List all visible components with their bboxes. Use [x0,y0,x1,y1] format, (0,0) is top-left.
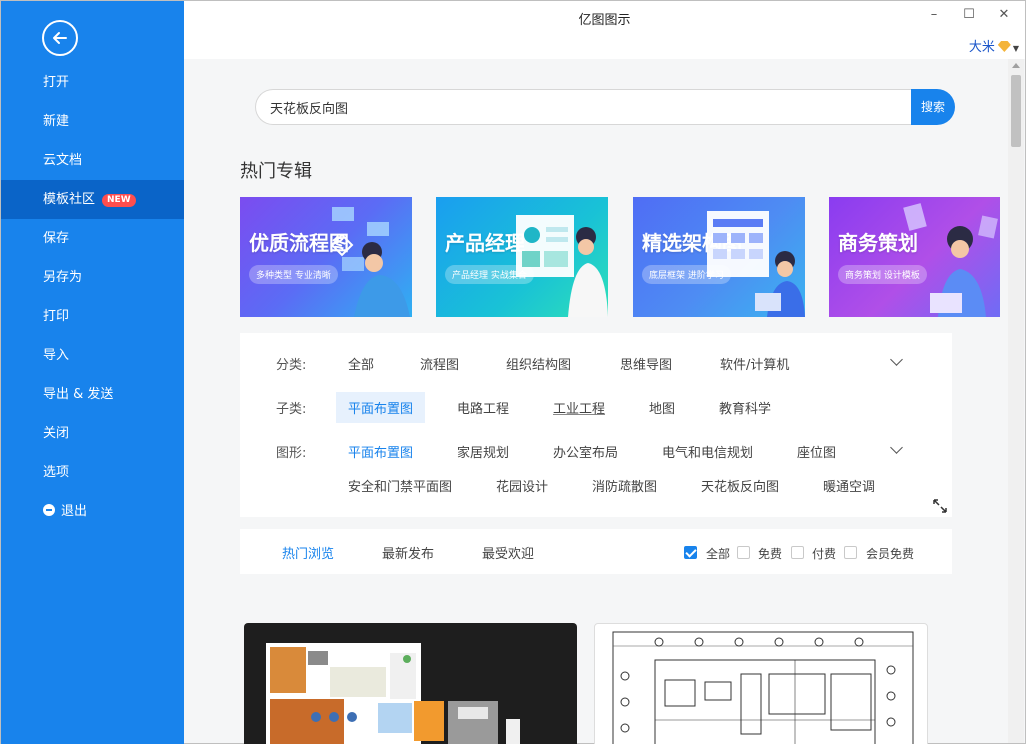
vertical-scrollbar[interactable] [1008,59,1024,743]
arrow-left-icon [53,32,67,44]
chevron-down-icon[interactable] [890,353,903,366]
category-mind-map[interactable]: 思维导图 [620,354,672,373]
scroll-up-arrow-icon[interactable] [1012,63,1020,68]
subcategory-industrial[interactable]: 工业工程 [553,398,605,417]
sidebar-item-cloud-docs[interactable]: 云文档 [1,141,184,180]
category-label: 分类: [276,358,307,373]
shape-hvac[interactable]: 暖通空调 [823,476,875,495]
shape-home-planning[interactable]: 家居规划 [457,442,509,461]
sidebar: 打开 新建 云文档 模板社区 NEW 保存 另存为 打印 导入 导出 & 发送 关… [1,1,184,744]
shape-security-access[interactable]: 安全和门禁平面图 [348,476,452,495]
sidebar-item-template-community[interactable]: 模板社区 NEW [1,180,184,219]
banner-product-manager[interactable]: 产品经理 产品经理 实战集合 [436,197,608,317]
new-badge: NEW [102,194,136,207]
shape-office-layout[interactable]: 办公室布局 [553,442,618,461]
subcategory-label: 子类: [276,402,307,417]
category-org-chart[interactable]: 组织结构图 [506,354,571,373]
expand-icon[interactable] [932,498,948,514]
shape-reflected-ceiling[interactable]: 天花板反向图 [701,476,779,495]
product-manager-illustration-icon [516,215,608,317]
shape-seating-chart[interactable]: 座位图 [797,442,836,461]
sidebar-item-print[interactable]: 打印 [1,297,184,336]
sidebar-item-options[interactable]: 选项 [1,453,184,492]
shape-fire-evacuation[interactable]: 消防疏散图 [592,476,657,495]
search-bar: 搜索 [255,89,955,125]
filter-paid-label: 付费 [812,547,837,561]
filter-member-free-label: 会员免费 [866,547,915,561]
subcategory-floor-plan[interactable]: 平面布置图 [336,392,426,423]
ceiling-plan-thumbnail-icon [612,631,914,744]
caret-down-icon: ▼ [1012,44,1019,53]
user-name: 大米 [968,40,995,55]
search-button[interactable]: 搜索 [911,89,955,125]
business-planning-illustration-icon [903,203,998,317]
sidebar-item-import[interactable]: 导入 [1,336,184,375]
filter-all-checkbox[interactable] [684,546,697,559]
app-title: 亿图图示 [578,13,631,28]
user-menu[interactable]: 大米 ▼ [969,36,1019,55]
search-input[interactable] [255,89,915,125]
back-button[interactable] [42,20,78,56]
sidebar-menu: 打开 新建 云文档 模板社区 NEW 保存 另存为 打印 导入 导出 & 发送 关… [1,63,184,531]
banner-business-planning[interactable]: 商务策划 商务策划 设计模板 [829,197,1000,317]
banner-flowchart[interactable]: 优质流程图 多种类型 专业清晰 [240,197,412,317]
hot-albums-title: 热门专辑 [240,161,312,182]
sort-tab-hot[interactable]: 热门浏览 [282,543,334,562]
maximize-button[interactable]: ☐ [954,5,984,25]
filter-paid-checkbox[interactable] [791,546,804,559]
filter-all-label: 全部 [706,547,731,561]
category-all[interactable]: 全部 [348,354,374,373]
sidebar-item-exit[interactable]: 退出 [1,492,184,531]
flowchart-illustration-icon [330,207,410,317]
sidebar-item-open[interactable]: 打开 [1,63,184,102]
floor-plan-thumbnail-icon [266,643,520,744]
sort-tab-latest[interactable]: 最新发布 [382,543,434,562]
subcategory-circuit[interactable]: 电路工程 [457,398,509,417]
filter-member-free-checkbox[interactable] [844,546,857,559]
subcategory-map[interactable]: 地图 [649,398,675,417]
vip-diamond-icon [997,41,1011,52]
filter-free-checkbox[interactable] [737,546,750,559]
architecture-illustration-icon [707,211,805,317]
sidebar-item-save[interactable]: 保存 [1,219,184,258]
sort-bar: 热门浏览 最新发布 最受欢迎 全部 免费 付费 会员免费 [240,529,952,574]
shape-electrical-telecom[interactable]: 电气和电信规划 [662,442,753,461]
close-button[interactable]: ✕ [989,5,1019,25]
category-flowchart[interactable]: 流程图 [420,354,459,373]
sidebar-item-new[interactable]: 新建 [1,102,184,141]
category-software-computer[interactable]: 软件/计算机 [720,354,789,373]
scroll-thumb[interactable] [1011,75,1021,147]
filter-free-label: 免费 [758,547,783,561]
subcategory-education[interactable]: 教育科学 [719,398,771,417]
title-bar: 亿图图示 – ☐ ✕ 大米 ▼ [184,1,1025,59]
shape-garden-design[interactable]: 花园设计 [496,476,548,495]
sort-tab-popular[interactable]: 最受欢迎 [482,543,534,562]
shape-label: 图形: [276,446,307,461]
banner-architecture[interactable]: 精选架构图 底层框架 进阶学习 [633,197,805,317]
sidebar-item-export-send[interactable]: 导出 & 发送 [1,375,184,414]
template-card-floor-plan[interactable] [244,623,577,744]
chevron-down-icon[interactable] [890,441,903,454]
minus-circle-icon [43,504,55,516]
sidebar-item-close[interactable]: 关闭 [1,414,184,453]
filter-panel: 分类: 全部 流程图 组织结构图 思维导图 软件/计算机 子类: 平面布置图 电… [240,333,952,517]
template-card-ceiling-plan[interactable] [594,623,928,744]
shape-floor-plan[interactable]: 平面布置图 [348,442,413,461]
sidebar-item-save-as[interactable]: 另存为 [1,258,184,297]
minimize-button[interactable]: – [919,5,949,25]
